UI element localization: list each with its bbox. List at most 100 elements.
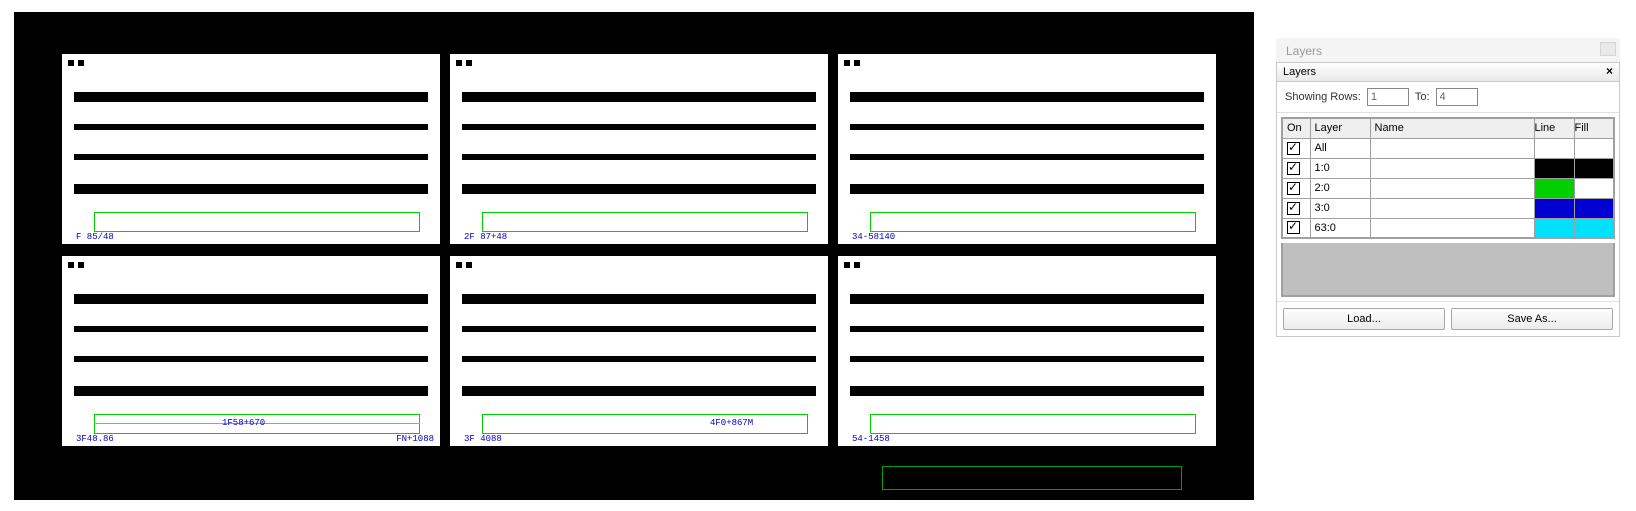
layer-fill-swatch[interactable] bbox=[1574, 218, 1614, 238]
col-on[interactable]: On bbox=[1282, 118, 1310, 138]
layer-table-wrap: On Layer Name Line Fill All1:02:03:063:0 bbox=[1277, 113, 1619, 243]
metal-trace bbox=[74, 92, 428, 102]
cell-label: 2F 87+48 bbox=[464, 232, 507, 242]
load-button[interactable]: Load... bbox=[1283, 308, 1445, 330]
layer-line-swatch[interactable] bbox=[1534, 158, 1574, 178]
floorplan-outline bbox=[882, 466, 1182, 490]
inactive-close-box[interactable] bbox=[1600, 42, 1616, 56]
cell-outline bbox=[94, 212, 420, 232]
cell-outline bbox=[482, 212, 808, 232]
layout-cell[interactable]: 2F 87+48 bbox=[450, 54, 828, 244]
layer-name-cell[interactable] bbox=[1370, 218, 1534, 238]
panel-buttons: Load... Save As... bbox=[1277, 301, 1619, 336]
layer-id-cell[interactable]: 63:0 bbox=[1310, 218, 1370, 238]
layout-cell[interactable]: 34-58140 bbox=[838, 54, 1216, 244]
metal-trace bbox=[74, 356, 428, 362]
col-layer[interactable]: Layer bbox=[1310, 118, 1370, 138]
layer-line-swatch[interactable] bbox=[1534, 138, 1574, 158]
metal-trace bbox=[74, 184, 428, 194]
metal-trace bbox=[74, 326, 428, 332]
table-row[interactable]: 2:0 bbox=[1282, 178, 1614, 198]
layer-name-cell[interactable] bbox=[1370, 198, 1534, 218]
layout-cell[interactable]: 54-1458 bbox=[838, 256, 1216, 446]
layer-name-cell[interactable] bbox=[1370, 138, 1534, 158]
metal-trace bbox=[850, 386, 1204, 396]
metal-trace bbox=[850, 294, 1204, 304]
col-line[interactable]: Line bbox=[1534, 118, 1574, 138]
col-name[interactable]: Name bbox=[1370, 118, 1534, 138]
metal-trace bbox=[74, 154, 428, 160]
layer-line-swatch[interactable] bbox=[1534, 198, 1574, 218]
table-header-row: On Layer Name Line Fill bbox=[1282, 118, 1614, 138]
metal-trace bbox=[462, 294, 816, 304]
table-row[interactable]: 63:0 bbox=[1282, 218, 1614, 238]
layer-visibility-checkbox[interactable] bbox=[1287, 221, 1300, 234]
layer-id-cell[interactable]: 3:0 bbox=[1310, 198, 1370, 218]
cell-label: F 85/48 bbox=[76, 232, 114, 242]
cell-outline bbox=[870, 212, 1196, 232]
metal-trace bbox=[462, 326, 816, 332]
showing-rows-label: Showing Rows: bbox=[1285, 91, 1361, 103]
layer-visibility-checkbox[interactable] bbox=[1287, 162, 1300, 175]
layer-on-cell[interactable] bbox=[1282, 178, 1310, 198]
close-icon[interactable]: × bbox=[1606, 65, 1613, 77]
cell-sublabel: 4F0+867M bbox=[710, 418, 753, 428]
layer-id-cell[interactable]: 2:0 bbox=[1310, 178, 1370, 198]
layer-on-cell[interactable] bbox=[1282, 218, 1310, 238]
layer-fill-swatch[interactable] bbox=[1574, 198, 1614, 218]
cell-label: 34-58140 bbox=[852, 232, 895, 242]
col-fill[interactable]: Fill bbox=[1574, 118, 1614, 138]
cell-label: 54-1458 bbox=[852, 434, 890, 444]
table-empty-area bbox=[1281, 243, 1615, 297]
layout-cell[interactable]: F 85/48 bbox=[62, 54, 440, 244]
row-filter: Showing Rows: To: bbox=[1277, 82, 1619, 113]
layer-on-cell[interactable] bbox=[1282, 138, 1310, 158]
metal-trace bbox=[462, 154, 816, 160]
layer-name-cell[interactable] bbox=[1370, 178, 1534, 198]
to-label: To: bbox=[1415, 91, 1430, 103]
save-as-button[interactable]: Save As... bbox=[1451, 308, 1613, 330]
layers-panel-container: Layers Layers × Showing Rows: To: On Lay… bbox=[1276, 38, 1620, 337]
layer-table[interactable]: On Layer Name Line Fill All1:02:03:063:0 bbox=[1281, 117, 1615, 239]
metal-trace bbox=[850, 92, 1204, 102]
cell-label: 3F48.86 bbox=[76, 434, 114, 444]
layer-visibility-checkbox[interactable] bbox=[1287, 142, 1300, 155]
table-row[interactable]: All bbox=[1282, 138, 1614, 158]
cell-outline bbox=[870, 414, 1196, 434]
layer-fill-swatch[interactable] bbox=[1574, 138, 1614, 158]
layer-name-cell[interactable] bbox=[1370, 158, 1534, 178]
metal-trace bbox=[462, 386, 816, 396]
table-row[interactable]: 3:0 bbox=[1282, 198, 1614, 218]
layer-visibility-checkbox[interactable] bbox=[1287, 202, 1300, 215]
layout-cell[interactable]: 3F 4088 4F0+867M bbox=[450, 256, 828, 446]
layer-id-cell[interactable]: All bbox=[1310, 138, 1370, 158]
metal-trace bbox=[850, 124, 1204, 130]
layer-fill-swatch[interactable] bbox=[1574, 158, 1614, 178]
layers-panel: Layers × Showing Rows: To: On Layer Name… bbox=[1276, 62, 1620, 337]
metal-trace bbox=[74, 294, 428, 304]
metal-trace bbox=[462, 92, 816, 102]
metal-trace bbox=[850, 356, 1204, 362]
metal-trace bbox=[850, 326, 1204, 332]
layer-on-cell[interactable] bbox=[1282, 198, 1310, 218]
cell-label: 3F 4088 bbox=[464, 434, 502, 444]
layer-visibility-checkbox[interactable] bbox=[1287, 182, 1300, 195]
layer-on-cell[interactable] bbox=[1282, 158, 1310, 178]
layer-id-cell[interactable]: 1:0 bbox=[1310, 158, 1370, 178]
table-row[interactable]: 1:0 bbox=[1282, 158, 1614, 178]
cell-outline bbox=[482, 414, 808, 434]
layers-panel-title-text: Layers bbox=[1283, 66, 1316, 78]
layout-cell[interactable]: 3F48.861F58+670FN+1088 bbox=[62, 256, 440, 446]
layout-viewport[interactable]: F 85/48 2F 87+48 34-58140 3F48.861F58+670FN… bbox=[14, 12, 1254, 500]
layer-line-swatch[interactable] bbox=[1534, 218, 1574, 238]
row-from-input[interactable] bbox=[1367, 88, 1409, 106]
metal-trace bbox=[74, 124, 428, 130]
inactive-title-text: Layers bbox=[1286, 44, 1322, 58]
layer-fill-swatch[interactable] bbox=[1574, 178, 1614, 198]
metal-trace bbox=[850, 184, 1204, 194]
layers-panel-titlebar[interactable]: Layers × bbox=[1277, 63, 1619, 82]
cell-sublabel-right: FN+1088 bbox=[396, 434, 434, 444]
layer-line-swatch[interactable] bbox=[1534, 178, 1574, 198]
row-to-input[interactable] bbox=[1436, 88, 1478, 106]
metal-trace bbox=[74, 386, 428, 396]
